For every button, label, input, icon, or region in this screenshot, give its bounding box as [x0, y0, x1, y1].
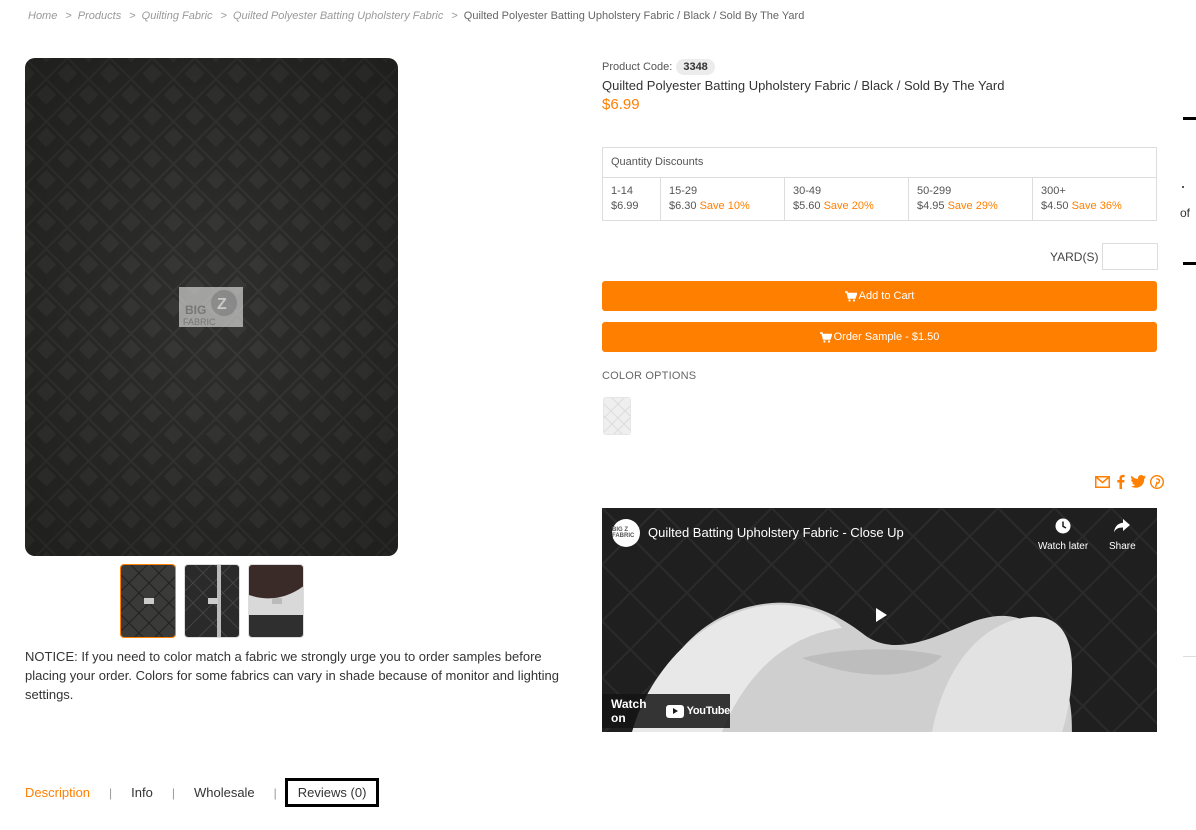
tier-range: 300+ — [1041, 185, 1066, 197]
tier-save: Save 29% — [947, 200, 998, 212]
facebook-share-icon[interactable] — [1113, 474, 1128, 489]
tier-price: $5.60 — [793, 200, 821, 212]
edge-fragment — [1182, 186, 1184, 188]
share-links — [1095, 474, 1164, 489]
play-icon[interactable] — [867, 603, 895, 627]
twitter-share-icon[interactable] — [1131, 474, 1146, 489]
add-to-cart-label: Add to Cart — [858, 290, 915, 302]
youtube-wordmark: YouTube — [686, 705, 731, 717]
tab-wholesale[interactable]: Wholesale — [194, 779, 255, 806]
quantity-label: YARD(S) — [1050, 249, 1099, 264]
tier-range: 1-14 — [611, 185, 634, 197]
breadcrumb-products[interactable]: Products — [78, 10, 121, 22]
quantity-input[interactable] — [1102, 243, 1159, 270]
breadcrumb-home[interactable]: Home — [28, 10, 57, 22]
watch-on-label: Watch on — [611, 697, 647, 725]
cart-icon — [819, 331, 832, 343]
quantity-row: YARD(S) — [1050, 243, 1159, 270]
discount-tier: 30-49 $5.60 Save 20% — [784, 177, 909, 221]
youtube-logo: YouTube — [665, 704, 731, 718]
color-options-label: COLOR OPTIONS — [602, 370, 697, 382]
quantity-discounts-table: Quantity Discounts 1-14 $6.99 15-29 $6.3… — [602, 147, 1157, 221]
order-sample-label: Order Sample - $1.50 — [833, 331, 940, 343]
quantity-discounts-header: Quantity Discounts — [602, 147, 1157, 178]
tier-save: Save 36% — [1071, 200, 1122, 212]
svg-text:FABRIC: FABRIC — [183, 317, 216, 327]
big-z-logo: BIG Z FABRIC — [179, 287, 243, 327]
product-price: $6.99 — [602, 96, 640, 113]
breadcrumb: Home > Products > Quilting Fabric > Quilted Po… — [28, 10, 804, 22]
product-code: Product Code: 3348 — [602, 59, 715, 75]
video-title[interactable]: Quilted Batting Upholstery Fabric - Clos… — [648, 525, 904, 540]
tab-description[interactable]: Description — [25, 779, 90, 806]
breadcrumb-separator: > — [451, 10, 458, 22]
share-label: Share — [1109, 541, 1136, 552]
watch-on-youtube-button[interactable]: Watch on YouTube — [602, 694, 730, 728]
discount-tier: 50-299 $4.95 Save 29% — [908, 177, 1033, 221]
tier-range: 30-49 — [793, 185, 822, 197]
product-main-image[interactable]: BIG Z FABRIC — [25, 58, 398, 556]
watch-later-label: Watch later — [1038, 541, 1089, 552]
product-title: Quilted Polyester Batting Upholstery Fab… — [602, 78, 1005, 93]
svg-text:Z: Z — [217, 296, 227, 313]
tier-price: $6.99 — [611, 200, 639, 212]
thumbnail-image — [121, 565, 175, 637]
color-swatch-white[interactable] — [603, 397, 631, 435]
thumbnail-3[interactable] — [248, 564, 304, 638]
tier-price: $6.30 — [669, 200, 697, 212]
tier-price: $4.50 — [1041, 200, 1069, 212]
quilted-fabric-image: BIG Z FABRIC — [25, 58, 398, 556]
thumbnail-image — [185, 565, 239, 637]
edge-divider — [1183, 262, 1196, 265]
edge-text-fragment: of — [1180, 206, 1191, 220]
tier-range: 50-299 — [917, 185, 952, 197]
add-to-cart-button[interactable]: Add to Cart — [602, 281, 1157, 311]
svg-text:BIG: BIG — [185, 303, 206, 317]
email-share-icon[interactable] — [1095, 474, 1110, 489]
breadcrumb-current: Quilted Polyester Batting Upholstery Fab… — [463, 10, 805, 22]
product-tabs: Description | Info | Wholesale | Reviews… — [25, 778, 380, 807]
thumbnail-strip — [120, 564, 304, 638]
share-arrow-icon — [1114, 519, 1131, 533]
product-code-badge: 3348 — [676, 59, 715, 75]
tier-price: $4.95 — [917, 200, 945, 212]
color-match-notice: NOTICE: If you need to color match a fab… — [25, 649, 560, 702]
breadcrumb-separator: > — [220, 10, 227, 22]
breadcrumb-separator: > — [129, 10, 136, 22]
breadcrumb-separator: > — [65, 10, 72, 22]
breadcrumb-product-family[interactable]: Quilted Polyester Batting Upholstery Fab… — [233, 10, 443, 22]
pinterest-share-icon[interactable] — [1149, 474, 1164, 489]
discount-tier: 1-14 $6.99 — [602, 177, 661, 221]
tab-reviews[interactable]: Reviews (0) — [284, 778, 380, 807]
discount-tier: 300+ $4.50 Save 36% — [1032, 177, 1157, 221]
channel-logo[interactable]: BIG Z FABRIC — [612, 519, 640, 547]
tier-range: 15-29 — [669, 185, 698, 197]
breadcrumb-quilting-fabric[interactable]: Quilting Fabric — [142, 10, 213, 22]
youtube-play-icon — [665, 704, 684, 718]
share-video-button[interactable]: Share — [1109, 518, 1136, 552]
tab-divider: | — [109, 785, 113, 800]
discount-tier: 15-29 $6.30 Save 10% — [660, 177, 785, 221]
thumbnail-image — [249, 565, 303, 637]
edge-divider — [1183, 656, 1196, 657]
tier-save: Save 20% — [823, 200, 874, 212]
watch-later-button[interactable]: Watch later — [1038, 518, 1088, 552]
order-sample-button[interactable]: Order Sample - $1.50 — [602, 322, 1157, 352]
swatch-image — [604, 398, 630, 434]
edge-divider — [1183, 117, 1196, 120]
product-code-label: Product Code: — [602, 61, 673, 73]
tab-divider: | — [171, 785, 175, 800]
thumbnail-1[interactable] — [120, 564, 176, 638]
tab-divider: | — [273, 785, 277, 800]
tab-info[interactable]: Info — [131, 779, 153, 806]
thumbnail-2[interactable] — [184, 564, 240, 638]
tier-save: Save 10% — [699, 200, 750, 212]
clock-icon — [1055, 518, 1071, 534]
cart-icon — [844, 290, 857, 302]
